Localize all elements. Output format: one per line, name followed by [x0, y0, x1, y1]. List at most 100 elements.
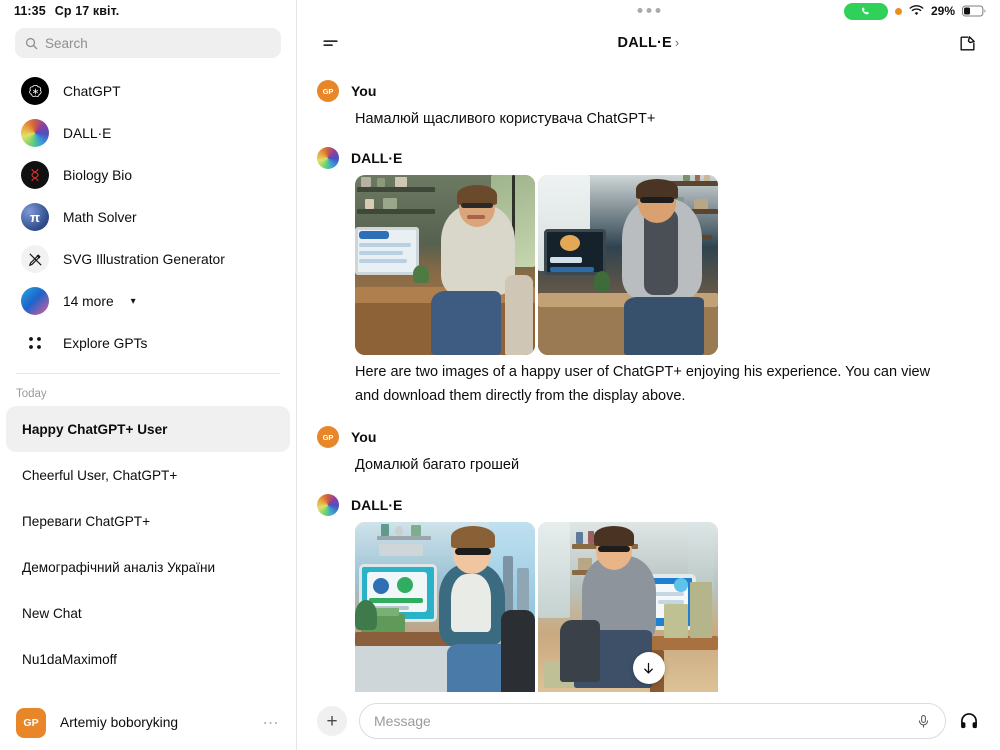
message-composer: + Message [297, 692, 1000, 750]
generated-image[interactable] [538, 521, 718, 692]
message-author: You [351, 429, 377, 446]
sidebar-item-dalle[interactable]: DALL·E [6, 112, 290, 154]
search-input[interactable]: Search [15, 28, 281, 58]
chat-history-list: Happy ChatGPT+ User Cheerful User, ChatG… [0, 406, 296, 694]
avatar: GP [317, 80, 339, 102]
sidebar-item-svg-illustration-generator[interactable]: SVG Illustration Generator [6, 238, 290, 280]
chatgpt-logo-avatar [21, 77, 49, 105]
sidebar-item-biology-bio[interactable]: Biology Bio [6, 154, 290, 196]
sidebar-item-label: Explore GPTs [63, 335, 148, 351]
message-user: GP You Домалюй багато грошей [297, 408, 1000, 477]
grid-icon [21, 329, 49, 357]
chevron-down-icon: ▾ [130, 295, 136, 307]
message-author: DALL·E [351, 496, 403, 513]
message-text: Намалюй щасливого користувача ChatGPT+ [355, 111, 656, 127]
svg-pen-avatar [21, 245, 49, 273]
math-pi-avatar: π [21, 203, 49, 231]
ellipsis-icon[interactable]: ⋯ [263, 713, 281, 733]
status-bar-left: 11:35 Ср 17 квіт. [0, 0, 296, 22]
sidebar-toggle-icon[interactable] [317, 30, 343, 56]
search-icon [25, 37, 38, 49]
sidebar-item-math-solver[interactable]: π Math Solver [6, 196, 290, 238]
gpt-list: ChatGPT DALL·E Biology Bio π Math Solver [0, 64, 296, 364]
scroll-to-bottom-button[interactable] [632, 652, 665, 684]
chat-history-title: Nu1daMaximoff [22, 651, 117, 667]
sidebar-item-label: 14 more [63, 293, 114, 309]
chat-history-title: Happy ChatGPT+ User [22, 421, 168, 437]
sidebar-item-chatgpt[interactable]: ChatGPT [6, 70, 290, 112]
message-header: GP You [317, 426, 980, 449]
chat-title-text: DALL·E [617, 35, 672, 51]
generated-image[interactable] [355, 521, 535, 692]
chat-section-label: Today [16, 388, 47, 400]
compose-icon[interactable] [954, 30, 980, 56]
message-header: DALL·E [317, 493, 980, 516]
chat-history-title: Cheerful User, ChatGPT+ [22, 467, 178, 483]
search-container: Search [0, 22, 296, 64]
message-text: Домалюй багато грошей [355, 457, 520, 474]
plus-icon[interactable]: + [317, 706, 347, 736]
sidebar-item-label: ChatGPT [63, 83, 121, 99]
message-text: Here are two images of a happy user of C… [355, 364, 931, 404]
chat-history-item[interactable]: Демографічний аналіз України [6, 544, 290, 590]
chevron-right-icon: › [674, 35, 680, 50]
chat-history-item[interactable]: Nu1daMaximoff [6, 636, 290, 682]
chat-history-title: Демографічний аналіз України [22, 559, 216, 575]
chat-history-item[interactable]: Переваги ChatGPT+ [6, 498, 290, 544]
user-profile-name: Artemiy boboryking [60, 715, 179, 730]
phone-icon[interactable] [843, 2, 888, 20]
dalle-color-wheel-avatar [21, 119, 49, 147]
user-profile-row[interactable]: GP Artemiy boboryking ⋯ [0, 694, 296, 750]
chat-history-item[interactable]: Cheerful User, ChatGPT+ [6, 452, 290, 498]
message-input[interactable]: Message [359, 703, 946, 739]
sidebar-item-explore-gpts[interactable]: Explore GPTs [6, 322, 290, 364]
sidebar-item-label: DALL·E [63, 125, 112, 141]
message-assistant: DALL·E [297, 131, 1000, 408]
biology-dna-avatar [21, 161, 49, 189]
message-body: Домалюй багато грошей [317, 454, 980, 477]
chat-history-item[interactable]: Happy ChatGPT+ User [6, 406, 290, 452]
dalle-avatar [317, 493, 339, 516]
status-time: 11:35 [14, 4, 46, 18]
message-header: GP You [317, 80, 980, 102]
status-bar-right: 29% [297, 0, 1000, 22]
headphones-icon[interactable] [958, 711, 982, 731]
arrow-down-icon [644, 662, 653, 673]
chatgpt-ipad-app: 11:35 Ср 17 квіт. Search ChatGPT DALL·E … [0, 0, 1000, 750]
avatar: GP [16, 707, 46, 738]
chat-history-item[interactable]: New Chat [6, 590, 290, 636]
message-author: DALL·E [351, 150, 403, 167]
search-placeholder: Search [45, 35, 88, 51]
dalle-avatar [317, 147, 339, 170]
status-date: Ср 17 квіт. [54, 4, 120, 18]
chat-history-title: New Chat [22, 605, 82, 621]
main-panel: 29% DALL·E › GP You Намалюй щасливого ко… [297, 0, 1000, 750]
message-header: DALL·E [317, 147, 980, 170]
message-body: Here are two images of a happy user of C… [317, 175, 980, 408]
message-author: You [351, 83, 377, 99]
message-user: GP You Намалюй щасливого користувача Cha… [297, 74, 1000, 131]
generated-image[interactable] [355, 175, 535, 356]
wifi-icon [909, 5, 924, 16]
multitasking-handle[interactable] [637, 8, 660, 13]
battery-icon [962, 5, 986, 17]
microphone-icon[interactable] [916, 713, 931, 730]
sidebar-item-14-more[interactable]: 14 more ▾ [6, 280, 290, 322]
generated-image-row [355, 521, 980, 692]
generated-image-row [355, 175, 980, 356]
chat-history-title: Переваги ChatGPT+ [22, 513, 151, 529]
message-placeholder: Message [374, 713, 431, 729]
page-title: DALL·E › [297, 35, 1000, 51]
sidebar-item-label: SVG Illustration Generator [63, 251, 225, 267]
sidebar-divider [16, 373, 280, 374]
battery-percent: 29% [930, 4, 955, 18]
message-body: Намалюй щасливого користувача ChatGPT+ [317, 108, 980, 131]
sidebar-item-label: Biology Bio [63, 167, 133, 183]
generated-image[interactable] [538, 175, 718, 356]
chat-header: DALL·E › [297, 22, 1000, 64]
sidebar-item-label: Math Solver [63, 209, 137, 225]
avatar: GP [317, 426, 339, 449]
message-thread[interactable]: GP You Намалюй щасливого користувача Cha… [297, 64, 1000, 692]
sidebar: 11:35 Ср 17 квіт. Search ChatGPT DALL·E … [0, 0, 297, 750]
stacked-avatars [21, 287, 49, 315]
